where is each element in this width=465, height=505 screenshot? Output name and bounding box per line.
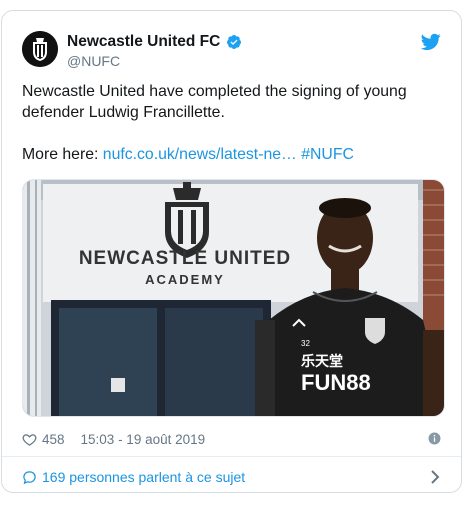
tweet-meta: 458 15:03 - 19 août 2019 — [22, 430, 441, 448]
speech-bubble-icon — [23, 470, 36, 484]
twitter-bird-icon[interactable] — [421, 33, 441, 51]
academy-photo: NEWCASTLE UNITED ACADEMY 32 乐天堂 FUN88 — [23, 180, 444, 416]
newcastle-crest-icon — [22, 31, 58, 67]
avatar[interactable] — [22, 31, 58, 67]
display-name[interactable]: Newcastle United FC — [67, 33, 220, 51]
divider — [2, 456, 461, 457]
shirt-sponsor-cn: 乐天堂 — [301, 353, 343, 370]
hashtag-link[interactable]: #NUFC — [301, 146, 354, 163]
more-label: More here: — [22, 146, 103, 163]
handle[interactable]: @NUFC — [67, 53, 242, 69]
news-link[interactable]: nufc.co.uk/news/latest-ne… — [103, 146, 297, 163]
info-icon[interactable] — [428, 432, 441, 445]
tweet-header: Newcastle United FC @NUFC — [22, 31, 441, 77]
sign-line2: ACADEMY — [145, 272, 225, 287]
tweet-body: Newcastle United have completed the sign… — [22, 83, 407, 121]
shirt-sponsor: FUN88 — [301, 370, 371, 395]
conversation-count[interactable]: 169 personnes parlent à ce sujet — [42, 469, 245, 485]
tweet-card: Newcastle United FC @NUFC Newcastle Unit… — [1, 10, 462, 493]
verified-badge-icon — [227, 35, 242, 49]
shirt-number: 32 — [301, 339, 310, 348]
sign-line1: NEWCASTLE UNITED — [79, 248, 291, 269]
like-count[interactable]: 458 — [42, 432, 65, 447]
tweet-text: Newcastle United have completed the sign… — [22, 81, 441, 165]
chevron-right-icon[interactable] — [429, 470, 441, 484]
tweet-more-line: More here: nufc.co.uk/news/latest-ne… #N… — [22, 144, 441, 165]
conversation-link[interactable]: 169 personnes parlent à ce sujet — [22, 466, 441, 488]
tweet-photo[interactable]: NEWCASTLE UNITED ACADEMY 32 乐天堂 FUN88 — [22, 179, 445, 417]
heart-icon[interactable] — [22, 432, 37, 447]
timestamp[interactable]: 15:03 - 19 août 2019 — [81, 432, 206, 447]
